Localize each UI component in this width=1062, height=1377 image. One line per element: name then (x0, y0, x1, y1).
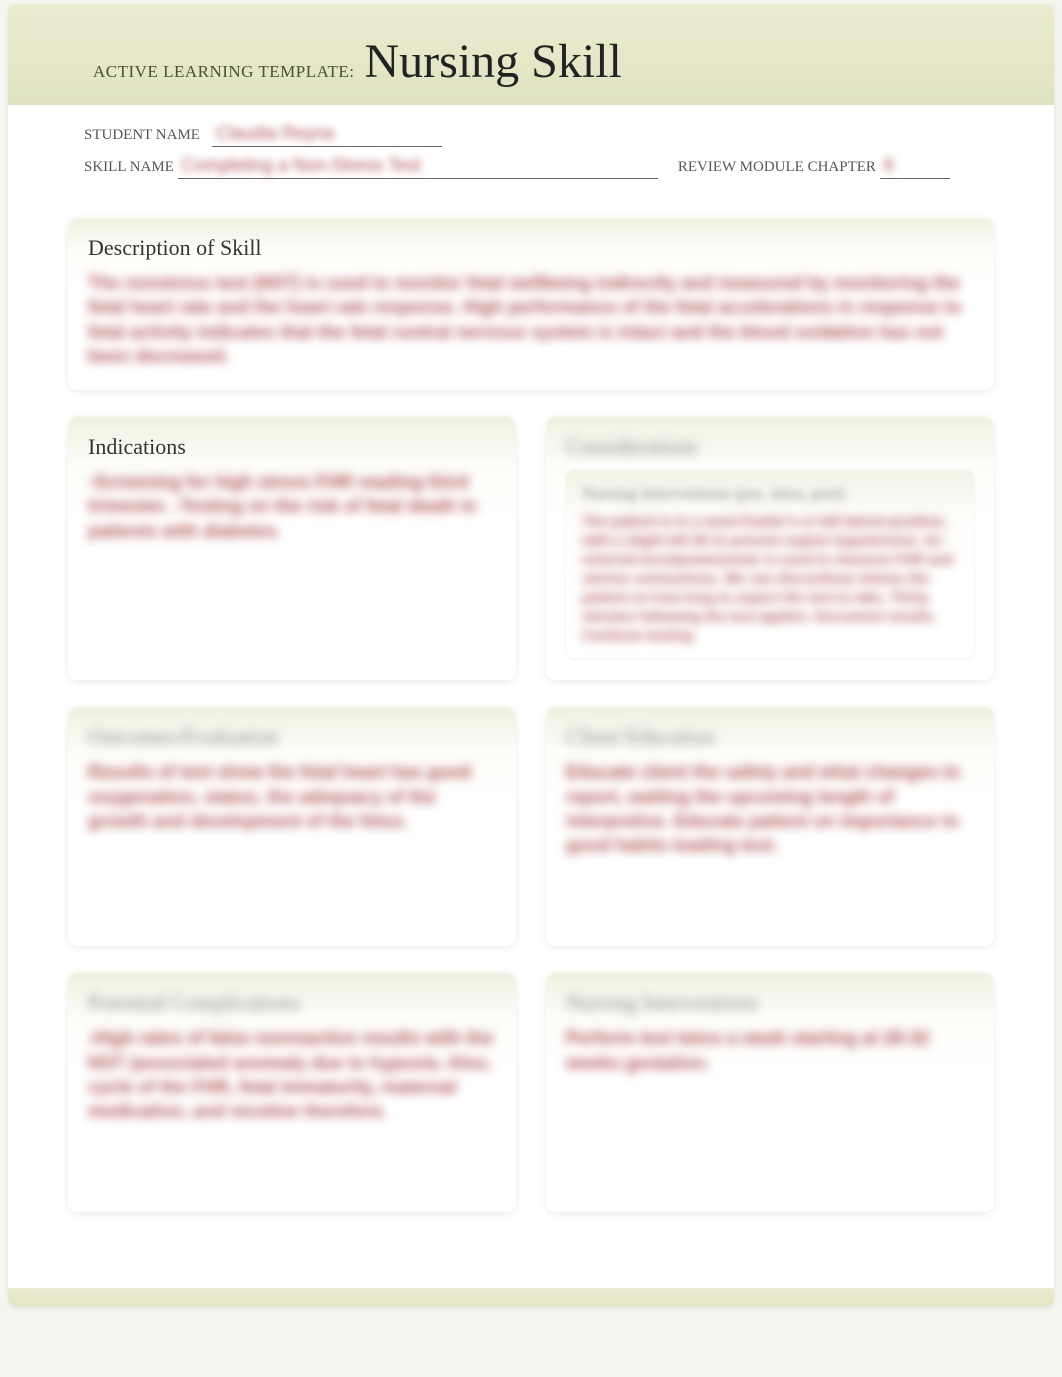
nested-title: Nursing Interventions (pre, intra, post) (582, 484, 958, 504)
outcomes-title: Outcomes/Evaluation (88, 724, 496, 750)
nursing-interventions-title: Nursing Interventions (566, 990, 974, 1016)
nursing-interventions-nested: Nursing Interventions (pre, intra, post)… (566, 470, 974, 658)
main-title: Nursing Skill (365, 34, 622, 89)
considerations-body: The patient is in a semi-Fowler's or lef… (582, 512, 958, 644)
nursing-interventions-card: Nursing Interventions Perform test twice… (546, 972, 994, 1212)
template-page: ACTIVE LEARNING TEMPLATE: Nursing Skill … (8, 4, 1054, 1306)
description-title: Description of Skill (88, 235, 974, 261)
header-line: ACTIVE LEARNING TEMPLATE: Nursing Skill (93, 34, 994, 89)
student-name-label: STUDENT NAME (84, 127, 200, 144)
complications-card: Potential Complications -High rates of f… (68, 972, 516, 1212)
complications-body: -High rates of false nonreactive results… (88, 1026, 496, 1123)
review-chapter-label: REVIEW MODULE CHAPTER (678, 159, 876, 176)
indications-body: -Screening for high stress FHR reading t… (88, 470, 496, 543)
row-3: Potential Complications -High rates of f… (68, 972, 994, 1212)
cards-area: Description of Skill The nonstress test … (8, 187, 1054, 1288)
footer-band (8, 1288, 1054, 1306)
considerations-title: Considerations (566, 434, 974, 460)
skill-chapter-row: SKILL NAME Completing a Non-Stress Test … (84, 155, 978, 179)
indications-title: Indications (88, 434, 496, 460)
review-chapter-field[interactable]: 6 (880, 155, 950, 179)
outcomes-card: Outcomes/Evaluation Results of test show… (68, 706, 516, 946)
review-chapter-value: 6 (884, 155, 894, 175)
student-name-field[interactable]: Claudia Reyna (212, 123, 442, 147)
skill-name-field[interactable]: Completing a Non-Stress Test (178, 155, 658, 179)
row-1: Indications -Screening for high stress F… (68, 416, 994, 680)
client-education-body: Educate client the safety and what chang… (566, 760, 974, 857)
template-label: ACTIVE LEARNING TEMPLATE: (93, 62, 355, 82)
info-area: STUDENT NAME Claudia Reyna SKILL NAME Co… (8, 105, 1054, 187)
client-education-card: Client Education Educate client the safe… (546, 706, 994, 946)
row-2: Outcomes/Evaluation Results of test show… (68, 706, 994, 946)
description-body: The nonstress test (NST) is used to moni… (88, 271, 974, 368)
header-band: ACTIVE LEARNING TEMPLATE: Nursing Skill (8, 4, 1054, 105)
student-name-row: STUDENT NAME Claudia Reyna (84, 123, 978, 147)
nursing-interventions-body: Perform test twice a week starting at 28… (566, 1026, 974, 1075)
client-education-title: Client Education (566, 724, 974, 750)
complications-title: Potential Complications (88, 990, 496, 1016)
outcomes-body: Results of test show the fetal heart has… (88, 760, 496, 833)
description-card: Description of Skill The nonstress test … (68, 217, 994, 390)
student-name-value: Claudia Reyna (216, 123, 334, 143)
skill-name-value: Completing a Non-Stress Test (182, 155, 421, 175)
skill-name-label: SKILL NAME (84, 159, 174, 176)
considerations-card: Considerations Nursing Interventions (pr… (546, 416, 994, 680)
indications-card: Indications -Screening for high stress F… (68, 416, 516, 680)
